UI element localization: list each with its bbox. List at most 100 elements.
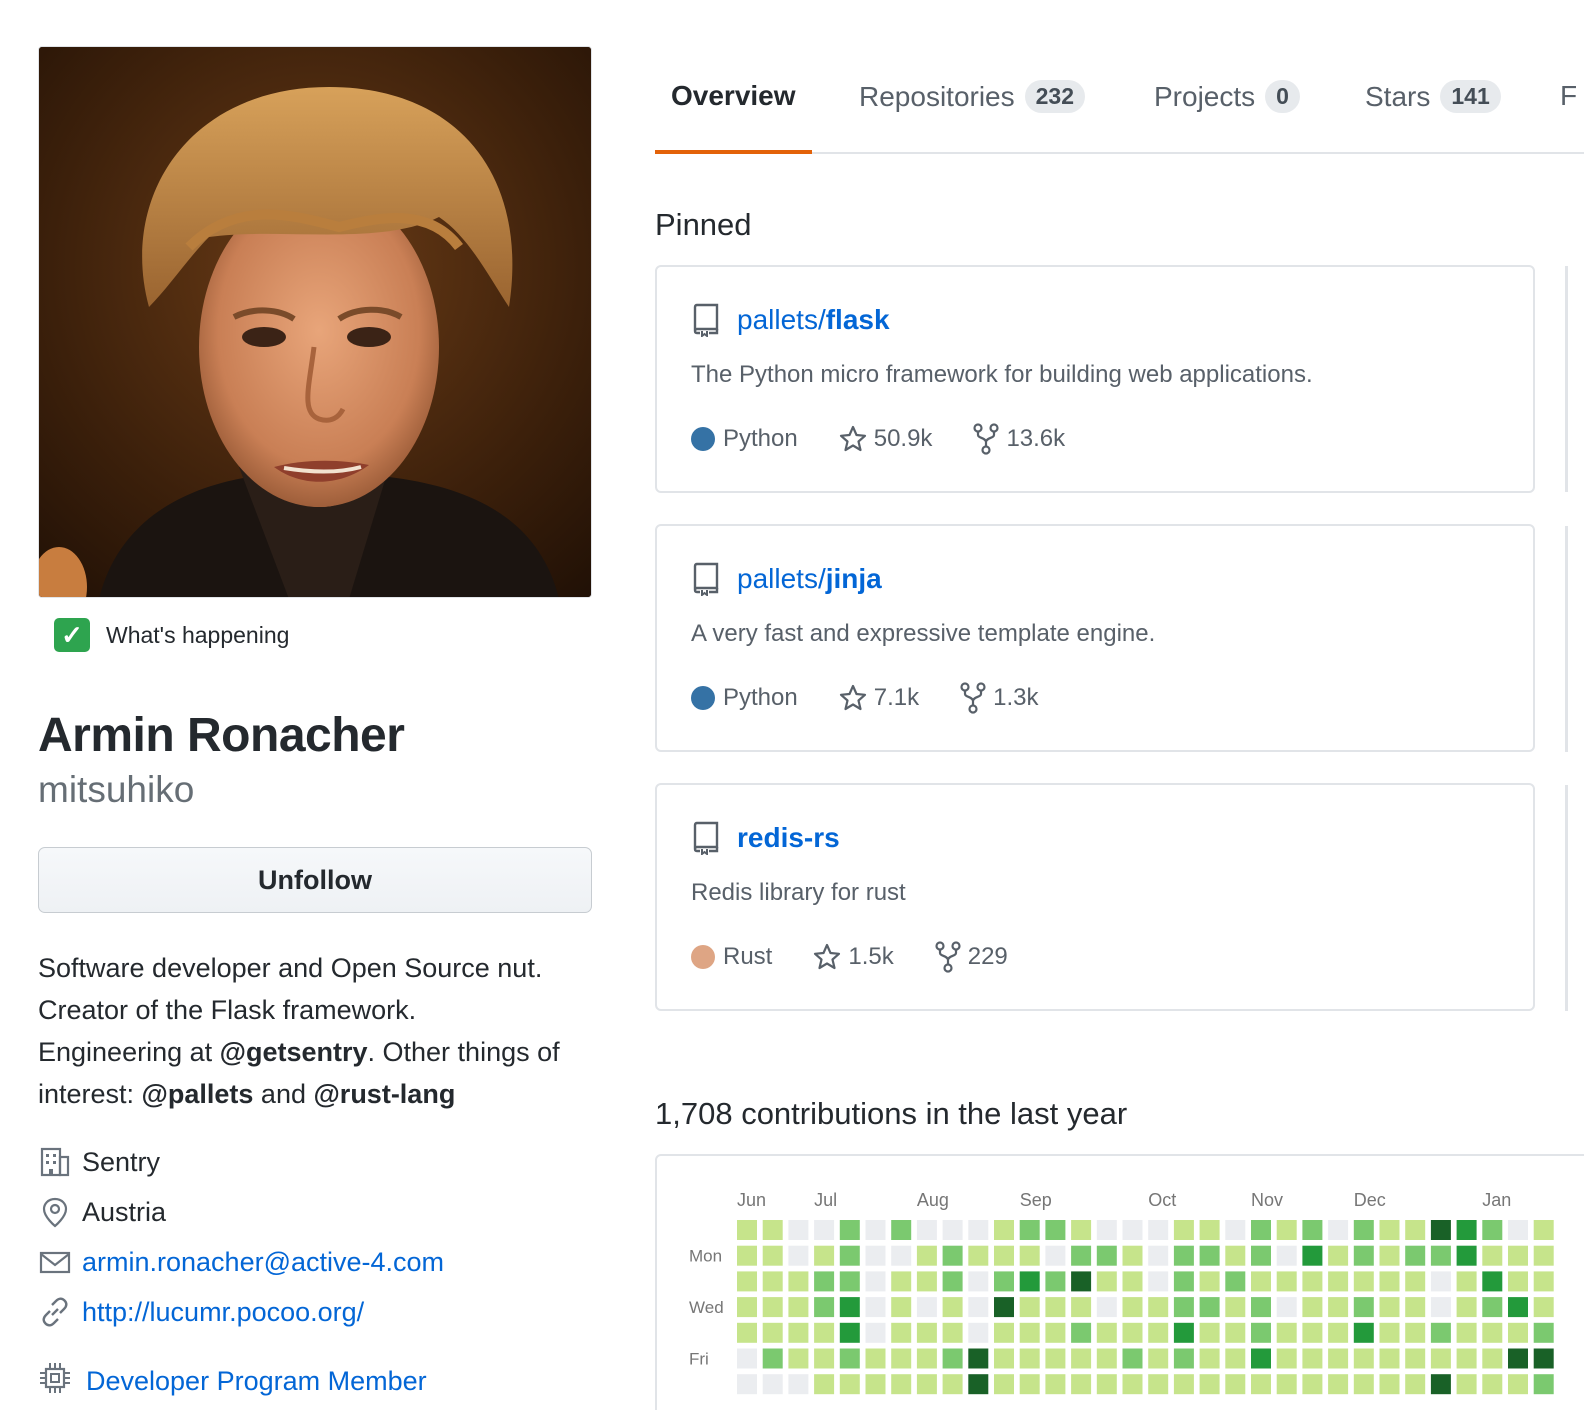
contribution-day[interactable]: [788, 1297, 809, 1318]
contribution-day[interactable]: [839, 1297, 860, 1318]
contribution-day[interactable]: [1096, 1374, 1117, 1395]
contribution-day[interactable]: [1199, 1348, 1220, 1369]
contribution-day[interactable]: [1482, 1245, 1503, 1266]
contribution-day[interactable]: [1379, 1245, 1400, 1266]
contribution-day[interactable]: [762, 1245, 783, 1266]
contribution-day[interactable]: [814, 1245, 835, 1266]
contribution-day[interactable]: [1405, 1374, 1426, 1395]
contribution-day[interactable]: [1096, 1322, 1117, 1343]
contribution-day[interactable]: [968, 1348, 989, 1369]
contribution-day[interactable]: [1019, 1245, 1040, 1266]
contribution-day[interactable]: [1405, 1322, 1426, 1343]
contribution-day[interactable]: [1328, 1297, 1349, 1318]
contribution-day[interactable]: [1276, 1245, 1297, 1266]
contribution-day[interactable]: [1173, 1297, 1194, 1318]
contribution-day[interactable]: [1148, 1245, 1169, 1266]
contribution-day[interactable]: [1122, 1322, 1143, 1343]
contribution-day[interactable]: [1328, 1348, 1349, 1369]
contribution-day[interactable]: [1482, 1322, 1503, 1343]
mention-rust-lang[interactable]: @rust-lang: [313, 1079, 455, 1109]
contribution-day[interactable]: [1019, 1322, 1040, 1343]
contribution-day[interactable]: [1251, 1245, 1271, 1266]
contribution-day[interactable]: [942, 1245, 963, 1266]
contribution-day[interactable]: [788, 1322, 809, 1343]
contribution-day[interactable]: [1225, 1245, 1246, 1266]
contribution-day[interactable]: [1328, 1245, 1349, 1266]
contribution-day[interactable]: [994, 1322, 1014, 1343]
contribution-day[interactable]: [1353, 1271, 1374, 1292]
contribution-day[interactable]: [737, 1220, 757, 1240]
contribution-day[interactable]: [1148, 1374, 1169, 1395]
contribution-day[interactable]: [1096, 1220, 1117, 1240]
contribution-day[interactable]: [994, 1374, 1014, 1395]
contribution-day[interactable]: [865, 1297, 886, 1318]
contribution-day[interactable]: [1251, 1271, 1271, 1292]
user-status[interactable]: ✓ What's happening: [54, 618, 592, 652]
contribution-day[interactable]: [839, 1271, 860, 1292]
mention-getsentry[interactable]: @getsentry: [220, 1037, 368, 1067]
contribution-day[interactable]: [891, 1271, 912, 1292]
contribution-day[interactable]: [942, 1348, 963, 1369]
repo-stars[interactable]: 7.1k: [838, 683, 919, 713]
contribution-day[interactable]: [1302, 1271, 1323, 1292]
contribution-day[interactable]: [1122, 1271, 1143, 1292]
contribution-day[interactable]: [1533, 1297, 1554, 1318]
contribution-day[interactable]: [1508, 1297, 1528, 1318]
contribution-day[interactable]: [762, 1271, 783, 1292]
contribution-day[interactable]: [1405, 1297, 1426, 1318]
contribution-day[interactable]: [1430, 1220, 1451, 1240]
contribution-day[interactable]: [1353, 1374, 1374, 1395]
contribution-day[interactable]: [1276, 1297, 1297, 1318]
contribution-day[interactable]: [1328, 1271, 1349, 1292]
contribution-day[interactable]: [814, 1271, 835, 1292]
contribution-day[interactable]: [1482, 1220, 1503, 1240]
contribution-day[interactable]: [1379, 1220, 1400, 1240]
contribution-day[interactable]: [1199, 1322, 1220, 1343]
profile-avatar[interactable]: [38, 46, 592, 598]
contribution-day[interactable]: [1045, 1220, 1066, 1240]
unfollow-button[interactable]: Unfollow: [38, 847, 592, 913]
contribution-day[interactable]: [891, 1374, 912, 1395]
tab-stars[interactable]: Stars 141: [1365, 80, 1501, 113]
website-link[interactable]: http://lucumr.pocoo.org/: [82, 1297, 364, 1328]
contribution-day[interactable]: [839, 1348, 860, 1369]
contribution-day[interactable]: [814, 1348, 835, 1369]
contribution-day[interactable]: [1430, 1271, 1451, 1292]
contribution-day[interactable]: [1251, 1374, 1271, 1395]
contribution-day[interactable]: [916, 1245, 937, 1266]
contribution-day[interactable]: [1019, 1297, 1040, 1318]
contribution-day[interactable]: [1251, 1220, 1271, 1240]
contribution-day[interactable]: [1173, 1220, 1194, 1240]
contribution-day[interactable]: [814, 1374, 835, 1395]
contribution-day[interactable]: [737, 1245, 757, 1266]
repo-link[interactable]: pallets/jinja: [691, 562, 882, 596]
contribution-day[interactable]: [1071, 1297, 1092, 1318]
contribution-day[interactable]: [1456, 1297, 1477, 1318]
contribution-day[interactable]: [1456, 1245, 1477, 1266]
contribution-day[interactable]: [839, 1322, 860, 1343]
contribution-day[interactable]: [737, 1271, 757, 1292]
contribution-day[interactable]: [1430, 1322, 1451, 1343]
contribution-day[interactable]: [1225, 1374, 1246, 1395]
contribution-day[interactable]: [1508, 1322, 1528, 1343]
contribution-day[interactable]: [994, 1220, 1014, 1240]
contribution-day[interactable]: [968, 1220, 989, 1240]
contribution-day[interactable]: [1148, 1297, 1169, 1318]
contribution-day[interactable]: [1456, 1322, 1477, 1343]
contribution-day[interactable]: [1173, 1348, 1194, 1369]
contribution-day[interactable]: [1199, 1271, 1220, 1292]
contribution-day[interactable]: [1225, 1348, 1246, 1369]
contribution-day[interactable]: [1482, 1348, 1503, 1369]
contribution-day[interactable]: [942, 1271, 963, 1292]
contribution-day[interactable]: [1508, 1245, 1528, 1266]
contribution-day[interactable]: [994, 1297, 1014, 1318]
contribution-day[interactable]: [1405, 1348, 1426, 1369]
contribution-day[interactable]: [1045, 1297, 1066, 1318]
contribution-day[interactable]: [1071, 1374, 1092, 1395]
contribution-day[interactable]: [1045, 1322, 1066, 1343]
contribution-day[interactable]: [1045, 1374, 1066, 1395]
contribution-day[interactable]: [1379, 1271, 1400, 1292]
contribution-day[interactable]: [1379, 1322, 1400, 1343]
contribution-day[interactable]: [916, 1348, 937, 1369]
contribution-day[interactable]: [1302, 1297, 1323, 1318]
